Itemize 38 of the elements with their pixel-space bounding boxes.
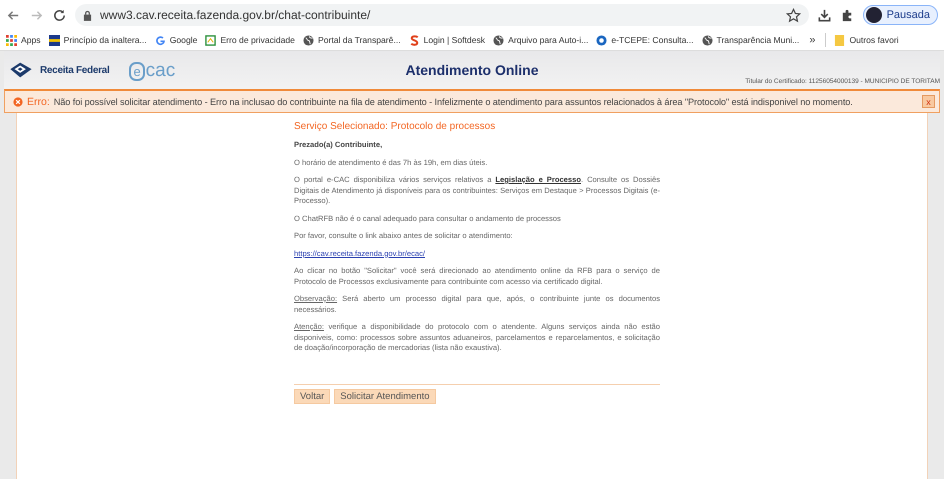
lock-icon: [83, 10, 92, 20]
request-button[interactable]: Solicitar Atendimento: [334, 388, 436, 404]
profile-button[interactable]: Pausada: [862, 5, 938, 25]
error-message: Não foi possível solicitar atendimento - Erro na inclusao do contribuinte na fila de atendimento - Infelizmente o atendimento para assuntos relacionados à área "Protocolo" está indisponivel no momento.: [54, 96, 854, 106]
sheet-icon: [205, 34, 216, 46]
bookmark[interactable]: Erro de privacidade: [205, 34, 295, 46]
bookmark[interactable]: Arquivo para Auto-i...: [493, 34, 588, 46]
page-title: Atendimento Online: [404, 62, 540, 78]
apps-grid-icon: [6, 34, 17, 46]
download-icon[interactable]: [816, 8, 832, 22]
bookmark[interactable]: Google: [154, 34, 198, 46]
more-bookmarks-button[interactable]: »: [807, 34, 818, 46]
brand-name: Receita Federal: [40, 64, 110, 76]
bookmark[interactable]: e-TCEPE: Consulta...: [596, 34, 694, 46]
google-g-icon: [154, 34, 166, 46]
receita-logo-icon: [8, 61, 34, 79]
globe-icon: [493, 34, 504, 46]
back-button[interactable]: Voltar: [294, 388, 330, 404]
folder-icon: [834, 34, 846, 46]
star-icon[interactable]: [786, 8, 801, 22]
error-icon: [13, 96, 23, 106]
bookmark[interactable]: Transparência Muni...: [702, 34, 800, 46]
service-heading: Serviço Selecionado: Protocolo de processos: [294, 121, 496, 132]
circle-icon: [596, 34, 608, 46]
globe-icon: [702, 34, 713, 46]
bookmark[interactable]: Princípio da inaltera...: [48, 34, 147, 46]
error-label: Erro:: [27, 96, 50, 108]
bookmark-folder[interactable]: Outros favori: [834, 34, 899, 46]
s-letter-icon: [408, 34, 420, 46]
reload-icon[interactable]: [52, 8, 67, 22]
bookmark[interactable]: Apps: [6, 34, 41, 46]
bookmark[interactable]: Portal da Transparê...: [302, 34, 401, 46]
ecac-logo: e cac: [129, 60, 176, 80]
globe-icon: [302, 34, 314, 46]
flag-icon: [48, 34, 60, 46]
avatar-icon: [866, 7, 882, 23]
address-bar[interactable]: www3.cav.receita.fazenda.gov.br/chat-contribuinte/: [75, 4, 809, 26]
bookmark[interactable]: Login | Softdesk: [408, 34, 486, 46]
